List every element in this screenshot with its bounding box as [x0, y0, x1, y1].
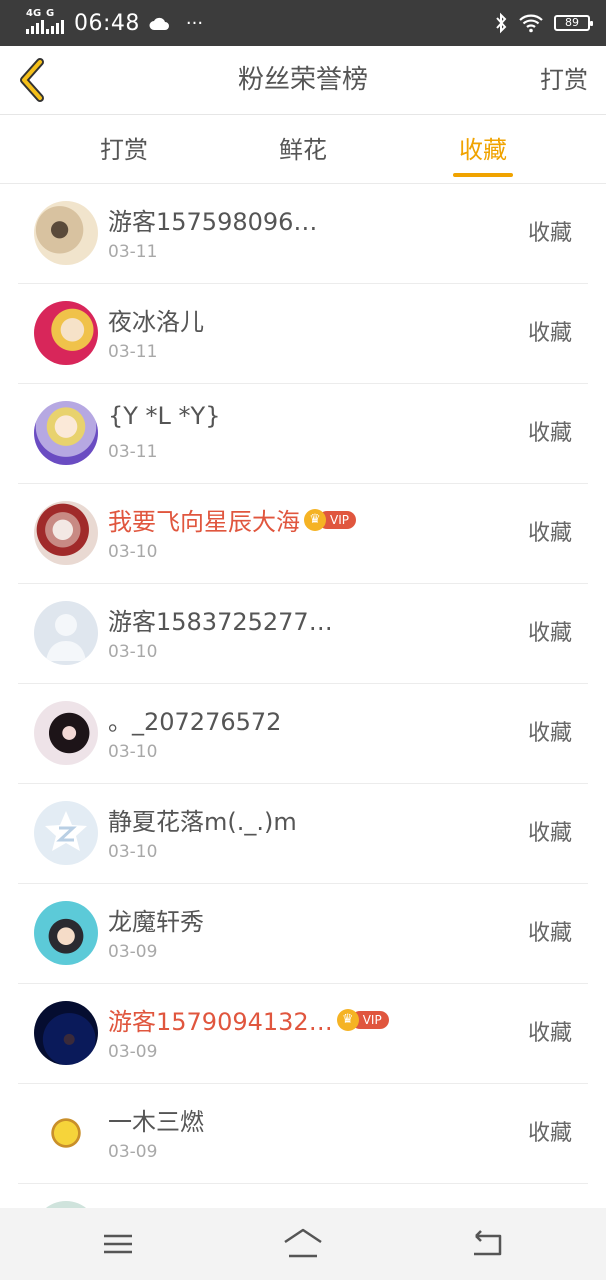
tab-label: 打赏 [100, 136, 148, 164]
person-placeholder-icon [46, 614, 86, 661]
fan-action: 收藏 [527, 521, 572, 546]
system-nav-bar [0, 1208, 606, 1280]
fan-name-text: 我要飞向星辰大海 [108, 508, 300, 536]
home-icon [284, 1228, 322, 1258]
crown-icon: ♛ [336, 1008, 359, 1031]
fan-action: 收藏 [527, 821, 572, 846]
crown-icon: ♛ [304, 508, 326, 531]
fan-name: 。_207276572 [108, 708, 282, 736]
fan-date: 03-11 [108, 242, 158, 262]
cloud-icon [149, 17, 169, 30]
default-avatar [34, 801, 98, 865]
fan-date: 03-09 [108, 1142, 158, 1162]
avatar [34, 701, 98, 765]
fan-name: 静夏花落m(._.)m [108, 808, 297, 836]
menu-button[interactable] [98, 1226, 138, 1262]
list-item[interactable]: 。_207276572 03-10 收藏 [0, 684, 606, 784]
tab-label: 鲜花 [279, 136, 327, 164]
home-button[interactable] [283, 1226, 323, 1262]
fan-name-vip: 我要飞向星辰大海 ♛ VIP [108, 502, 356, 537]
fan-name-vip: 游客1579094132… ♛ VIP [108, 1002, 389, 1037]
return-icon [474, 1230, 502, 1256]
fan-date: 03-10 [108, 642, 158, 662]
status-bar: 4G G 06:48 ··· 89 [0, 0, 606, 46]
fan-name: 游客157598096… [108, 208, 318, 236]
battery-level: 89 [565, 16, 579, 29]
avatar [34, 301, 98, 365]
tab-favorites[interactable]: 收藏 [423, 115, 543, 183]
list-item[interactable]: 夜冰洛儿 03-11 收藏 [0, 284, 606, 384]
vip-badge: ♛ VIP [304, 508, 356, 531]
fan-action: 收藏 [527, 721, 572, 746]
fan-date: 03-11 [108, 442, 158, 462]
list-item[interactable]: {Y *L *Y} 03-11 收藏 [0, 384, 606, 484]
default-avatar [34, 601, 98, 665]
fan-action: 收藏 [527, 1021, 572, 1046]
fan-action: 收藏 [527, 321, 572, 346]
menu-icon [104, 1234, 132, 1254]
network-type-label: 4G [26, 7, 42, 19]
more-notifications-icon: ··· [185, 12, 204, 34]
avatar [34, 901, 98, 965]
network-type-label-2: G [46, 7, 55, 19]
tab-reward[interactable]: 打赏 [64, 115, 184, 183]
fan-date: 03-10 [108, 542, 158, 562]
list-item[interactable]: 游客1579094132… ♛ VIP 03-09 收藏 [0, 984, 606, 1084]
avatar [34, 201, 98, 265]
fan-name-text: 游客1579094132… [108, 1008, 333, 1036]
avatar [34, 1001, 98, 1065]
avatar [34, 1101, 98, 1165]
bluetooth-icon [496, 12, 507, 34]
page-title: 粉丝荣誉榜 [237, 65, 368, 95]
fan-date: 03-09 [108, 942, 158, 962]
fan-action: 收藏 [527, 1121, 572, 1146]
fan-action: 收藏 [527, 421, 572, 446]
battery-icon: 89 [554, 15, 593, 31]
list-item[interactable]: 静夏花落m(._.)m 03-10 收藏 [0, 784, 606, 884]
fan-list: 游客157598096… 03-11 收藏 夜冰洛儿 03-11 收藏 {Y *… [0, 184, 606, 1284]
tab-label: 收藏 [459, 136, 507, 164]
fan-name: 龙魔轩秀 [108, 908, 204, 936]
tab-flowers[interactable]: 鲜花 [243, 115, 363, 183]
fan-date: 03-09 [108, 1042, 158, 1062]
fan-action: 收藏 [527, 921, 572, 946]
reward-button[interactable]: 打赏 [540, 46, 588, 114]
wifi-icon [519, 14, 543, 33]
fan-date: 03-10 [108, 842, 158, 862]
fan-name: {Y *L *Y} [108, 402, 221, 430]
fan-name: 夜冰洛儿 [108, 308, 204, 336]
back-nav-button[interactable] [468, 1226, 508, 1262]
list-item[interactable]: 我要飞向星辰大海 ♛ VIP 03-10 收藏 [0, 484, 606, 584]
avatar [34, 501, 98, 565]
tab-bar: 打赏 鲜花 收藏 [0, 115, 606, 184]
fan-date: 03-11 [108, 342, 158, 362]
fan-name: 一木三燃 [108, 1108, 204, 1136]
vip-badge: ♛ VIP [336, 1008, 389, 1031]
star-z-placeholder-icon [45, 811, 87, 851]
list-item[interactable]: 游客1583725277… 03-10 收藏 [0, 584, 606, 684]
fan-action: 收藏 [527, 621, 572, 646]
list-item[interactable]: 龙魔轩秀 03-09 收藏 [0, 884, 606, 984]
cellular-signal-icon: 4G G [26, 7, 64, 38]
fan-action: 收藏 [527, 221, 572, 246]
app-header: 粉丝荣誉榜 打赏 [0, 46, 606, 115]
clock: 06:48 [74, 10, 140, 36]
list-item[interactable]: 游客157598096… 03-11 收藏 [0, 184, 606, 284]
active-tab-indicator [453, 173, 513, 177]
fan-date: 03-10 [108, 742, 158, 762]
list-item[interactable]: 一木三燃 03-09 收藏 [0, 1084, 606, 1184]
avatar [34, 401, 98, 465]
fan-name: 游客1583725277… [108, 608, 333, 636]
